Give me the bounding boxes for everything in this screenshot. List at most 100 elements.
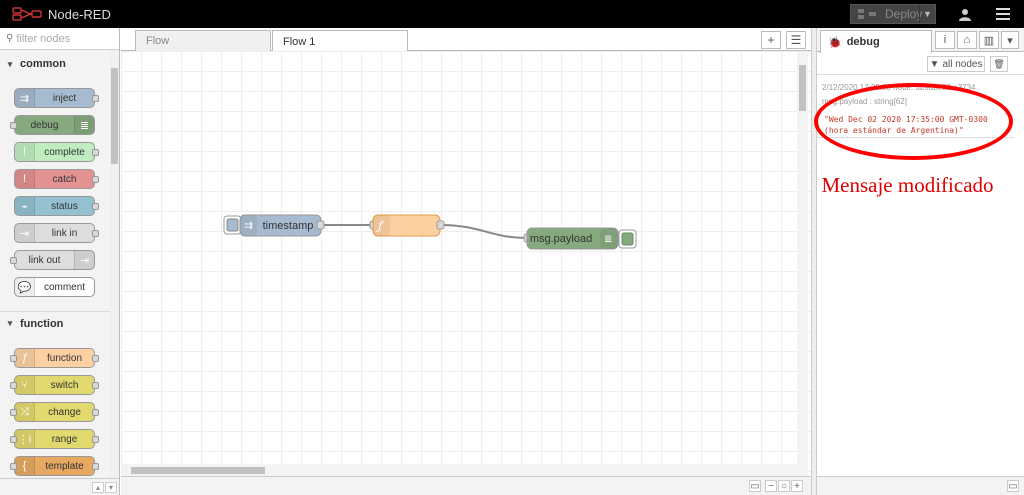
output-port xyxy=(92,409,99,416)
palette-search[interactable]: ⚲ filter nodes xyxy=(0,28,119,50)
output-port xyxy=(92,463,99,470)
palette-category-common[interactable]: ▾ common xyxy=(0,52,110,76)
output-port xyxy=(92,382,99,389)
flow-node-function[interactable]: ƒ xyxy=(369,214,445,237)
canvas-vertical-scrollbar[interactable] xyxy=(797,51,808,476)
scroll-thumb[interactable] xyxy=(131,467,265,474)
tab-label: debug xyxy=(846,36,880,48)
palette-node-link-in[interactable]: ⇥ link in xyxy=(14,223,99,243)
palette-node-debug[interactable]: debug ≣ xyxy=(10,115,95,135)
app-title: Node-RED xyxy=(48,6,111,22)
exclamation-icon: ! xyxy=(15,143,35,161)
output-port xyxy=(92,203,99,210)
screen-icon[interactable]: ▭ xyxy=(1007,480,1019,492)
all-nodes-filter-button[interactable]: ▼ all nodes xyxy=(927,56,985,72)
scroll-thumb[interactable] xyxy=(111,68,118,164)
hamburger-icon xyxy=(996,8,1010,20)
tab-label: Flow xyxy=(146,35,170,47)
palette-node-complete[interactable]: ! complete xyxy=(14,142,99,162)
palette-node-change[interactable]: ⤨ change xyxy=(10,402,99,422)
zoom-reset-icon[interactable]: ○ xyxy=(778,480,790,492)
list-icon: ≣ xyxy=(74,116,94,134)
switch-icon: ⑂ xyxy=(15,376,35,394)
canvas-horizontal-scrollbar[interactable] xyxy=(121,464,797,476)
flow-node-timestamp[interactable]: ⇉ timestamp xyxy=(223,214,325,237)
workspace-tabs: Flow Flow 1 + ☰ xyxy=(121,28,811,52)
trash-icon[interactable]: 🗑 xyxy=(990,56,1008,72)
palette-node-inject[interactable]: ⇉ inject xyxy=(14,88,99,108)
chevron-down-icon[interactable]: ▾ xyxy=(1001,31,1019,49)
category-label: common xyxy=(20,58,66,70)
sidebar-footer: ▭ xyxy=(817,476,1024,495)
palette-node-label: template xyxy=(45,460,84,472)
flow-node-label: timestamp xyxy=(263,220,314,232)
bug-icon: 🐞 xyxy=(828,36,842,49)
palette-node-template[interactable]: { template xyxy=(10,456,99,476)
palette-node-link-out[interactable]: link out ⇥ xyxy=(10,250,95,270)
dashboard-icon[interactable]: ▥ xyxy=(979,31,999,49)
search-icon: ⚲ xyxy=(6,33,14,44)
comment-icon: 💬 xyxy=(15,278,35,296)
filter-label: all nodes xyxy=(942,58,983,70)
palette-node-status[interactable]: ⌁ status xyxy=(14,196,99,216)
palette-node-catch[interactable]: ! catch xyxy=(14,169,99,189)
add-flow-icon[interactable]: + xyxy=(761,31,781,49)
flow-diagram: ⇉ timestamp ƒ msg.payload ≣ xyxy=(223,214,637,250)
palette-node-label: link in xyxy=(51,227,78,239)
link-in-icon: ⇥ xyxy=(15,224,35,242)
debug-tab-icon[interactable]: ⌂ xyxy=(957,31,977,49)
input-port xyxy=(10,122,17,129)
sidebar-tabs: 🐞 debug i ⌂ ▥ ▾ xyxy=(817,28,1024,53)
exclamation-icon: ! xyxy=(15,170,35,188)
deploy-label: Deploy xyxy=(885,7,923,21)
link-out-icon: ⇥ xyxy=(74,251,94,269)
wire-function-debug xyxy=(439,224,528,239)
flow-list-icon[interactable]: ☰ xyxy=(786,31,806,49)
app-header: Node-RED Deploy ▼ xyxy=(0,0,1024,28)
deploy-menu-caret-icon[interactable]: ▼ xyxy=(919,5,935,23)
tab-debug[interactable]: 🐞 debug xyxy=(820,30,932,53)
palette-scrollbar[interactable] xyxy=(110,50,119,488)
output-port xyxy=(92,230,99,237)
zoom-in-icon[interactable]: + xyxy=(791,480,803,492)
chevron-down-icon: ▾ xyxy=(7,58,13,69)
user-menu-button[interactable] xyxy=(952,4,978,24)
tab-flow-1[interactable]: Flow 1 xyxy=(272,30,408,52)
flow-canvas[interactable]: ⇉ timestamp ƒ msg.payload ≣ xyxy=(121,51,811,476)
sidebar-scrollbar[interactable] xyxy=(1014,76,1024,476)
scroll-thumb[interactable] xyxy=(799,65,806,111)
navigator-icon[interactable]: ▭ xyxy=(749,480,761,492)
list-icon: ≣ xyxy=(604,234,612,245)
inject-icon: ⇉ xyxy=(244,219,253,232)
workspace-footer: ▭ − ○ + xyxy=(121,476,811,495)
palette-node-label: switch xyxy=(50,379,79,391)
palette-node-function[interactable]: ƒ function xyxy=(10,348,99,368)
zoom-out-icon[interactable]: − xyxy=(765,480,777,492)
input-port xyxy=(10,463,17,470)
deploy-button[interactable]: Deploy ▼ xyxy=(850,4,936,24)
flow-node-msg-payload[interactable]: msg.payload ≣ xyxy=(523,227,637,250)
palette-node-comment[interactable]: 💬 comment xyxy=(14,277,95,297)
palette-node-label: catch xyxy=(52,173,77,185)
input-port xyxy=(10,382,17,389)
expand-all-icon[interactable]: ▾ xyxy=(105,482,117,493)
input-port xyxy=(10,257,17,264)
tab-flow[interactable]: Flow xyxy=(135,30,271,51)
palette-category-function[interactable]: ▾ function xyxy=(0,311,110,335)
palette-node-range[interactable]: ⋮i range xyxy=(10,429,99,449)
chevron-down-icon: ▾ xyxy=(7,318,13,328)
palette-node-label: function xyxy=(46,352,83,364)
palette-node-label: comment xyxy=(43,281,86,293)
input-port xyxy=(10,436,17,443)
palette-node-switch[interactable]: ⑂ switch xyxy=(10,375,99,395)
node-red-logo-icon xyxy=(12,7,42,21)
output-port xyxy=(92,436,99,443)
info-icon[interactable]: i xyxy=(935,31,955,49)
app-logo: Node-RED xyxy=(12,6,111,22)
collapse-all-icon[interactable]: ▴ xyxy=(92,482,104,493)
pulse-icon: ⌁ xyxy=(15,197,35,215)
main-menu-button[interactable] xyxy=(990,4,1016,24)
user-icon xyxy=(959,8,971,21)
palette-node-label: debug xyxy=(30,119,59,131)
range-icon: ⋮i xyxy=(15,430,35,448)
